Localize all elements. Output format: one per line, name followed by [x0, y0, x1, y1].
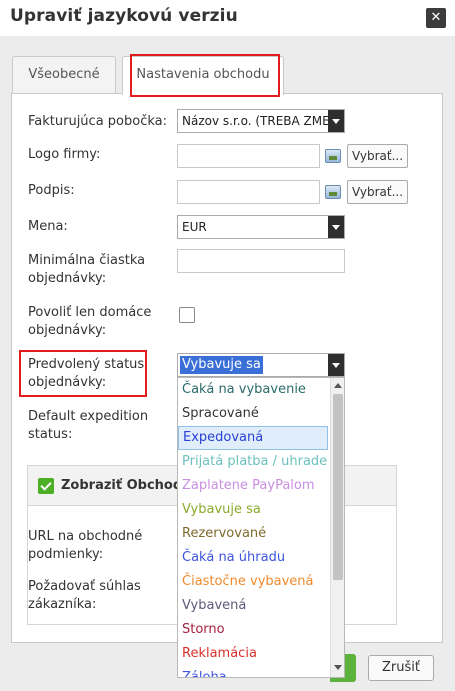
- domestic-only-checkbox[interactable]: [179, 307, 195, 323]
- default-status-label-line1: Predvolený status: [28, 357, 145, 372]
- tab-general[interactable]: Všeobecné: [12, 56, 116, 94]
- status-option[interactable]: Zaplatene PayPalom: [178, 474, 328, 498]
- status-option[interactable]: Prijatá platba / uhradená: [178, 450, 328, 474]
- logo-browse-button[interactable]: Vybrať...: [347, 144, 408, 168]
- signature-label: Podpis:: [28, 183, 75, 198]
- status-option[interactable]: Spracované: [178, 402, 328, 426]
- status-option[interactable]: Rezervované: [178, 522, 328, 546]
- status-option[interactable]: Vybavená: [178, 594, 328, 618]
- image-picker-icon[interactable]: [325, 185, 341, 199]
- status-option[interactable]: Reklamácia: [178, 642, 328, 666]
- dropdown-scrollbar[interactable]: [330, 378, 344, 677]
- terms-url-label-line2: podmienky:: [28, 547, 104, 562]
- domestic-only-label: Povoliť len domáce objednávky:: [28, 304, 151, 340]
- image-picker-icon[interactable]: [325, 149, 341, 163]
- branch-label: Fakturujúca pobočka:: [28, 114, 168, 129]
- expedition-status-label-line1: Default expedition: [28, 409, 149, 424]
- chevron-down-icon: [328, 354, 344, 376]
- status-option[interactable]: Expedovaná: [178, 426, 328, 450]
- chevron-down-icon: [328, 110, 344, 132]
- status-option[interactable]: Vybavuje sa: [178, 498, 328, 522]
- scroll-down-icon[interactable]: [334, 665, 342, 670]
- logo-field[interactable]: [177, 144, 320, 168]
- expedition-status-label-line2: status:: [28, 427, 73, 442]
- signature-browse-button[interactable]: Vybrať...: [347, 180, 408, 204]
- min-amount-label-line1: Minimálna čiastka: [28, 253, 146, 268]
- dialog-title: Upraviť jazykovú verziu: [10, 6, 238, 26]
- close-icon[interactable]: ✕: [426, 8, 446, 28]
- chevron-down-icon: [328, 216, 344, 238]
- branch-select[interactable]: Názov s.r.o. (TREBA ZMENIŤ): [177, 109, 345, 133]
- default-status-selected-value: Vybavuje sa: [180, 356, 263, 374]
- status-option[interactable]: Záloha: [178, 666, 328, 677]
- status-option[interactable]: Čaká na vybavenie: [178, 378, 328, 402]
- tab-shop-settings[interactable]: Nastavenia obchodu: [122, 56, 284, 95]
- terms-toggle-checkbox[interactable]: [38, 478, 54, 494]
- currency-label: Mena:: [28, 219, 68, 234]
- consent-label-line1: Požadovať súhlas: [28, 579, 141, 594]
- consent-label: Požadovať súhlas zákazníka:: [28, 578, 141, 614]
- domestic-only-label-line1: Povoliť len domáce: [28, 305, 152, 320]
- currency-select[interactable]: EUR: [177, 215, 345, 239]
- cancel-button[interactable]: Zrušiť: [368, 655, 434, 681]
- default-status-select[interactable]: Vybavuje sa: [177, 353, 345, 377]
- min-amount-label-line2: objednávky:: [28, 271, 107, 286]
- branch-select-value: Názov s.r.o. (TREBA ZMENIŤ): [182, 114, 345, 128]
- default-status-label: Predvolený status objednávky:: [28, 356, 144, 392]
- min-amount-label: Minimálna čiastka objednávky:: [28, 252, 145, 288]
- scroll-up-icon[interactable]: [334, 383, 342, 388]
- default-status-label-line2: objednávky:: [28, 375, 107, 390]
- dialog-titlebar: Upraviť jazykovú verziu ✕: [0, 0, 455, 36]
- status-dropdown-list[interactable]: Čaká na vybavenie Spracované Expedovaná …: [177, 377, 345, 678]
- status-option[interactable]: Storno: [178, 618, 328, 642]
- currency-select-value: EUR: [182, 220, 207, 234]
- expedition-status-label: Default expedition status:: [28, 408, 148, 444]
- consent-label-line2: zákazníka:: [28, 597, 97, 612]
- status-option[interactable]: Čiastočne vybavená: [178, 570, 328, 594]
- min-amount-field[interactable]: [177, 249, 345, 273]
- status-option[interactable]: Čaká na úhradu: [178, 546, 328, 570]
- terms-url-label: URL na obchodné podmienky:: [28, 528, 142, 564]
- terms-url-label-line1: URL na obchodné: [28, 529, 143, 544]
- domestic-only-label-line2: objednávky:: [28, 323, 107, 338]
- signature-field[interactable]: [177, 180, 320, 204]
- scrollbar-thumb[interactable]: [333, 394, 343, 580]
- logo-label: Logo firmy:: [28, 147, 101, 162]
